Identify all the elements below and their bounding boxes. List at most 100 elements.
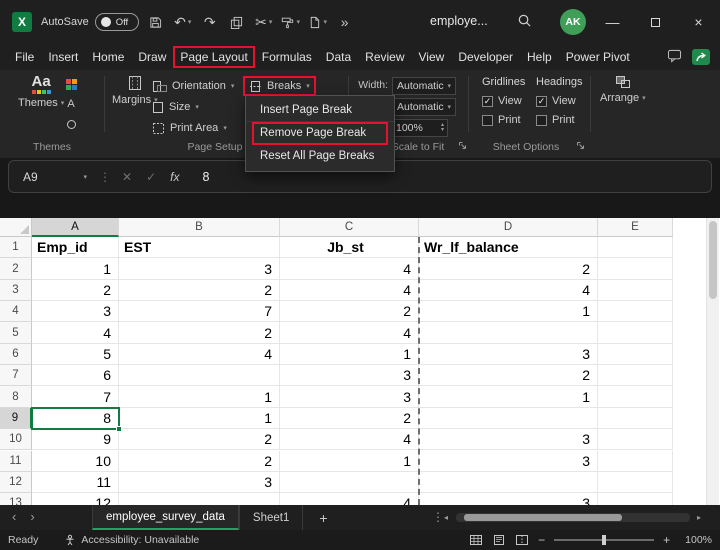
cell-D4[interactable]: 1 <box>419 301 598 322</box>
add-sheet-button[interactable]: + <box>303 505 343 530</box>
cell-C3[interactable]: 4 <box>280 280 419 301</box>
cell-B12[interactable]: 3 <box>119 472 280 493</box>
cell-D7[interactable]: 2 <box>419 365 598 386</box>
cell-B3[interactable]: 2 <box>119 280 280 301</box>
row-header-7[interactable]: 7 <box>0 365 32 386</box>
cell-D2[interactable]: 2 <box>419 258 598 279</box>
excel-logo-icon[interactable]: X <box>12 12 32 32</box>
cell-E2[interactable] <box>598 258 673 279</box>
page-layout-view-button[interactable] <box>492 534 506 546</box>
cell-E12[interactable] <box>598 472 673 493</box>
cell-A12[interactable]: 11 <box>32 472 119 493</box>
theme-effects-button[interactable] <box>62 117 80 131</box>
menu-item-review[interactable]: Review <box>358 46 411 68</box>
vertical-scrollbar[interactable] <box>706 218 719 505</box>
cell-C5[interactable]: 4 <box>280 322 419 343</box>
breaks-menu-item-insert-page-break[interactable]: Insert Page Break <box>246 99 394 122</box>
row-header-8[interactable]: 8 <box>0 386 32 407</box>
cell-A9[interactable]: 8 <box>32 408 119 429</box>
menu-item-help[interactable]: Help <box>520 46 559 68</box>
menu-item-power-pivot[interactable]: Power Pivot <box>559 46 637 68</box>
cell-E3[interactable] <box>598 280 673 301</box>
column-header-D[interactable]: D <box>419 218 598 237</box>
cell-D11[interactable]: 3 <box>419 451 598 472</box>
sheet-options-dialog-launcher[interactable] <box>576 141 585 153</box>
breaks-button[interactable]: Breaks▾ <box>243 76 316 96</box>
cell-E8[interactable] <box>598 386 673 407</box>
zoom-in-button[interactable]: + <box>663 533 670 547</box>
cell-A7[interactable]: 6 <box>32 365 119 386</box>
comments-button[interactable] <box>667 49 682 66</box>
cell-A10[interactable]: 9 <box>32 429 119 450</box>
cell-B4[interactable]: 7 <box>119 301 280 322</box>
avatar[interactable]: AK <box>560 9 586 35</box>
normal-view-button[interactable] <box>469 534 483 546</box>
cell-D13[interactable]: 3 <box>419 493 598 505</box>
theme-colors-button[interactable] <box>62 77 80 91</box>
horizontal-scrollbar-thumb[interactable] <box>464 514 622 521</box>
headings-print-checkbox[interactable]: Print <box>536 114 582 126</box>
cell-E10[interactable] <box>598 429 673 450</box>
gridlines-view-checkbox[interactable]: ✓View <box>482 95 525 107</box>
cell-E9[interactable] <box>598 408 673 429</box>
autosave-toggle[interactable]: Off <box>95 13 139 31</box>
sheet-options-menu-button[interactable]: ⋮ <box>432 510 444 524</box>
menu-item-view[interactable]: View <box>412 46 452 68</box>
cell-C1[interactable]: Jb_st <box>280 237 419 258</box>
zoom-level[interactable]: 100% <box>685 534 712 546</box>
themes-button[interactable]: Aa Themes▾ <box>18 75 64 109</box>
format-painter-button[interactable]: ▾ <box>281 10 301 34</box>
row-header-2[interactable]: 2 <box>0 258 32 279</box>
cell-C11[interactable]: 1 <box>280 451 419 472</box>
document-title[interactable]: employe... <box>430 14 488 28</box>
cell-D9[interactable] <box>419 408 598 429</box>
maximize-button[interactable] <box>634 0 677 44</box>
menu-item-file[interactable]: File <box>8 46 41 68</box>
cell-B9[interactable]: 1 <box>119 408 280 429</box>
column-header-E[interactable]: E <box>598 218 673 237</box>
cell-B11[interactable]: 2 <box>119 451 280 472</box>
cell-D12[interactable] <box>419 472 598 493</box>
spinner-arrows-icon[interactable]: ▴▾ <box>441 123 444 133</box>
menu-item-page-layout[interactable]: Page Layout <box>173 46 254 68</box>
menu-item-draw[interactable]: Draw <box>131 46 173 68</box>
cell-B13[interactable] <box>119 493 280 505</box>
cell-C4[interactable]: 2 <box>280 301 419 322</box>
print-area-button[interactable]: Print Area▾ <box>152 118 227 138</box>
zoom-out-button[interactable]: − <box>538 533 545 547</box>
menu-item-insert[interactable]: Insert <box>41 46 85 68</box>
confirm-entry-button[interactable]: ✓ <box>146 170 156 184</box>
cell-C10[interactable]: 4 <box>280 429 419 450</box>
column-header-B[interactable]: B <box>119 218 280 237</box>
row-header-12[interactable]: 12 <box>0 472 32 493</box>
row-header-5[interactable]: 5 <box>0 322 32 343</box>
headings-view-checkbox[interactable]: ✓View <box>536 95 582 107</box>
cell-D8[interactable]: 1 <box>419 386 598 407</box>
scroll-left-icon[interactable]: ◂ <box>444 513 448 522</box>
gridlines-print-checkbox[interactable]: Print <box>482 114 525 126</box>
cell-C8[interactable]: 3 <box>280 386 419 407</box>
size-button[interactable]: Size▾ <box>152 97 199 117</box>
cancel-entry-button[interactable]: ✕ <box>122 170 132 184</box>
cell-B10[interactable]: 2 <box>119 429 280 450</box>
horizontal-scrollbar[interactable] <box>456 513 690 522</box>
width-select[interactable]: Automatic▾ <box>392 77 456 95</box>
name-box[interactable]: A9 ▾ <box>9 170 95 184</box>
insert-function-button[interactable]: fx <box>170 170 179 184</box>
sheet-tab-Sheet1[interactable]: Sheet1 <box>239 505 303 530</box>
formula-input[interactable]: 8 <box>202 170 209 184</box>
cell-C6[interactable]: 1 <box>280 344 419 365</box>
menu-item-home[interactable]: Home <box>85 46 131 68</box>
cell-D10[interactable]: 3 <box>419 429 598 450</box>
height-select[interactable]: Automatic▾ <box>392 98 456 116</box>
save-button[interactable] <box>146 10 166 34</box>
scale-to-fit-dialog-launcher[interactable] <box>458 141 467 153</box>
search-button[interactable] <box>517 13 532 33</box>
cell-E5[interactable] <box>598 322 673 343</box>
menu-item-formulas[interactable]: Formulas <box>255 46 319 68</box>
cell-E1[interactable] <box>598 237 673 258</box>
cell-D1[interactable]: Wr_lf_balance <box>419 237 598 258</box>
row-header-1[interactable]: 1 <box>0 237 32 258</box>
cell-A13[interactable]: 12 <box>32 493 119 505</box>
breaks-menu-item-reset-all-page-breaks[interactable]: Reset All Page Breaks <box>246 145 394 168</box>
